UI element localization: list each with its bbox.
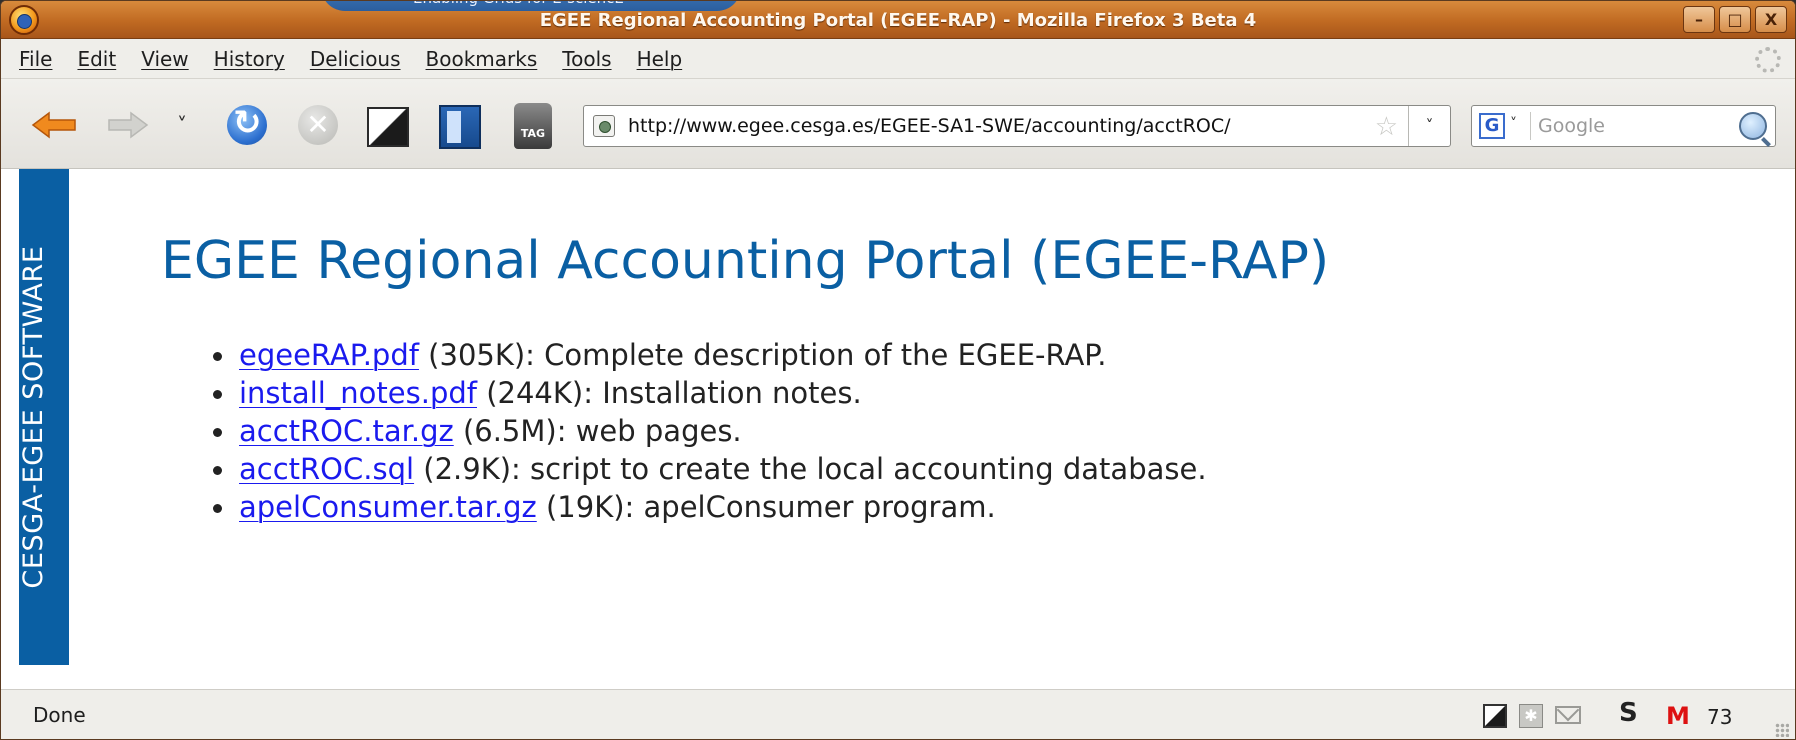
list-item: acctROC.tar.gz (6.5M): web pages. xyxy=(213,412,1207,450)
status-text: Done xyxy=(33,703,86,727)
menu-help[interactable]: Help xyxy=(637,47,683,71)
url-dropdown-button[interactable]: ˅ xyxy=(1408,106,1450,146)
menu-tools[interactable]: Tools xyxy=(562,47,611,71)
file-description: (2.9K): script to create the local accou… xyxy=(414,452,1207,486)
grid-status-icon[interactable]: ✱ xyxy=(1519,704,1543,728)
forward-arrow-icon[interactable] xyxy=(107,111,149,139)
title-bar[interactable]: Enabling Grids for E-sciencE EGEE Region… xyxy=(1,1,1795,39)
stop-icon[interactable]: ✕ xyxy=(298,105,338,145)
window-title: EGEE Regional Accounting Portal (EGEE-RA… xyxy=(539,10,1257,31)
search-magnifier-icon[interactable] xyxy=(1739,112,1767,140)
search-bar: G ˅ xyxy=(1471,105,1776,147)
search-input[interactable] xyxy=(1538,112,1728,140)
s-status-icon[interactable]: S xyxy=(1619,698,1638,728)
apelconsumer-targz-link[interactable]: apelConsumer.tar.gz xyxy=(239,490,537,524)
page-content: CESGA-EGEE SOFTWARE EGEE Regional Accoun… xyxy=(1,169,1795,689)
menu-file[interactable]: File xyxy=(19,47,52,71)
install-notes-pdf-link[interactable]: install_notes.pdf xyxy=(239,376,477,410)
file-description: (19K): apelConsumer program. xyxy=(536,490,996,524)
minimize-button[interactable]: – xyxy=(1683,6,1715,33)
menu-edit[interactable]: Edit xyxy=(77,47,116,71)
history-dropdown-chevron-icon[interactable]: ˅ xyxy=(177,113,187,137)
engine-chevron-icon[interactable]: ˅ xyxy=(1510,116,1517,132)
menu-view[interactable]: View xyxy=(141,47,188,71)
bookmark-sidebar-icon[interactable] xyxy=(439,105,481,149)
egeerap-pdf-link[interactable]: egeeRAP.pdf xyxy=(239,338,419,372)
menu-bookmarks[interactable]: Bookmarks xyxy=(426,47,538,71)
url-bar[interactable]: http://www.egee.cesga.es/EGEE-SA1-SWE/ac… xyxy=(583,105,1451,147)
navigation-toolbar: ˅ ✕ TAG http://www.egee.cesga.es/EGEE-SA… xyxy=(1,79,1795,169)
list-item: apelConsumer.tar.gz (19K): apelConsumer … xyxy=(213,488,1207,526)
back-arrow-icon[interactable] xyxy=(31,111,77,139)
bookmark-star-icon[interactable]: ☆ xyxy=(1375,112,1398,142)
list-item: egeeRAP.pdf (305K): Complete description… xyxy=(213,336,1207,374)
google-engine-icon[interactable]: G xyxy=(1479,113,1505,139)
tag-icon[interactable]: TAG xyxy=(514,103,552,149)
file-description: (6.5M): web pages. xyxy=(453,414,742,448)
acctroc-sql-link[interactable]: acctROC.sql xyxy=(239,452,414,486)
delicious-icon[interactable] xyxy=(367,107,409,147)
delicious-status-icon[interactable] xyxy=(1483,704,1507,728)
page-title: EGEE Regional Accounting Portal (EGEE-RA… xyxy=(161,231,1330,291)
firefox-window: Enabling Grids for E-sciencE EGEE Region… xyxy=(0,0,1796,740)
list-item: acctROC.sql (2.9K): script to create the… xyxy=(213,450,1207,488)
reload-icon[interactable] xyxy=(227,103,267,145)
list-item: install_notes.pdf (244K): Installation n… xyxy=(213,374,1207,412)
resize-grip-icon[interactable] xyxy=(1775,723,1789,737)
status-bar: Done ✱ S M 73 xyxy=(1,689,1795,739)
menu-delicious[interactable]: Delicious xyxy=(310,47,401,71)
url-text[interactable]: http://www.egee.cesga.es/EGEE-SA1-SWE/ac… xyxy=(628,115,1231,137)
side-banner-text: CESGA-EGEE SOFTWARE xyxy=(18,245,49,589)
gmail-unread-count: 73 xyxy=(1707,705,1733,729)
close-button[interactable]: X xyxy=(1755,6,1787,33)
maximize-button[interactable]: □ xyxy=(1719,6,1751,33)
window-controls: – □ X xyxy=(1683,6,1787,33)
gmail-icon[interactable]: M xyxy=(1666,702,1690,730)
mail-status-icon[interactable] xyxy=(1555,706,1581,724)
file-description: (244K): Installation notes. xyxy=(477,376,862,410)
site-identity-icon[interactable] xyxy=(593,115,615,137)
file-description: (305K): Complete description of the EGEE… xyxy=(418,338,1107,372)
acctroc-targz-link[interactable]: acctROC.tar.gz xyxy=(239,414,454,448)
menu-bar: File Edit View History Delicious Bookmar… xyxy=(1,39,1795,79)
throbber-icon xyxy=(1755,47,1781,73)
search-divider xyxy=(1530,112,1531,140)
file-list: egeeRAP.pdf (305K): Complete description… xyxy=(213,336,1207,526)
menu-history[interactable]: History xyxy=(214,47,285,71)
